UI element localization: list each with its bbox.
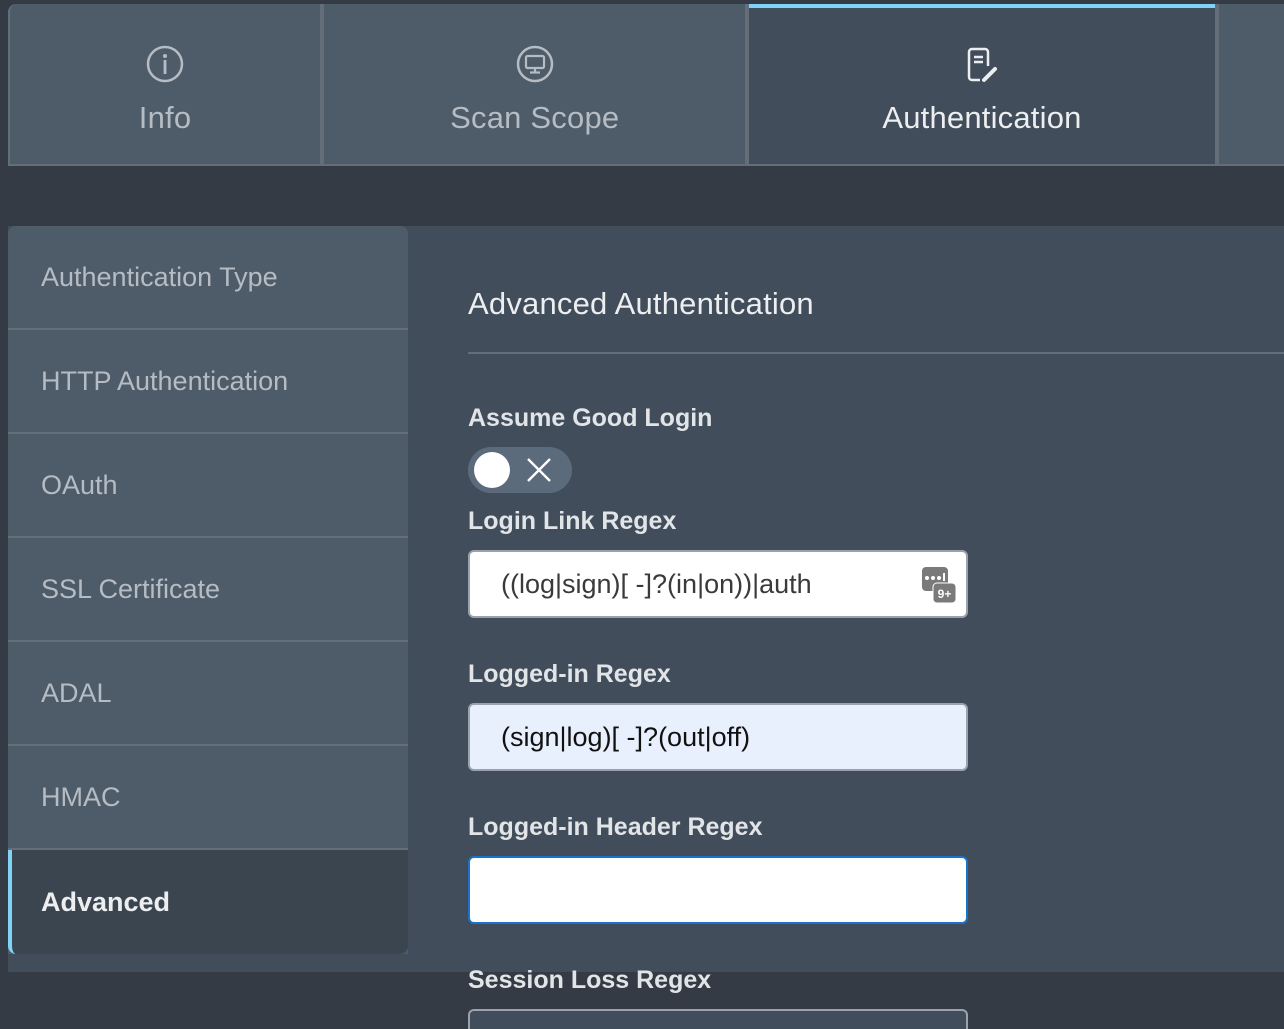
- session-loss-regex-label: Session Loss Regex: [468, 966, 1284, 995]
- advanced-authentication-form: Advanced Authentication Assume Good Logi…: [468, 226, 1284, 1029]
- assume-good-login-label: Assume Good Login: [468, 404, 1284, 433]
- logged-in-header-regex-label: Logged-in Header Regex: [468, 813, 1284, 842]
- top-tab-bar: Info Scan Scope Authentication: [8, 4, 1284, 166]
- login-link-regex-value: ((log|sign)[ -]?(in|on))|auth: [501, 569, 812, 600]
- tab-label: Scan Scope: [450, 100, 619, 136]
- tab-info[interactable]: Info: [8, 4, 324, 166]
- logged-in-regex-label: Logged-in Regex: [468, 660, 1284, 689]
- tab-authentication[interactable]: Authentication: [749, 4, 1218, 166]
- monitor-icon: [515, 44, 555, 84]
- session-loss-regex-input[interactable]: [468, 1009, 968, 1029]
- section-divider: [468, 352, 1284, 354]
- tab-label: Authentication: [882, 100, 1081, 136]
- badge-count: 9+: [938, 587, 952, 601]
- assume-good-login-toggle[interactable]: [468, 447, 572, 493]
- login-link-regex-label: Login Link Regex: [468, 507, 1284, 536]
- info-icon: [145, 44, 185, 84]
- document-edit-icon: [962, 44, 1002, 84]
- sidebar-item-oauth[interactable]: OAuth: [8, 434, 408, 538]
- tab-label: Info: [139, 100, 192, 136]
- logged-in-header-regex-input[interactable]: [468, 856, 968, 924]
- tab-next-partial[interactable]: [1219, 4, 1284, 166]
- toggle-knob: [474, 452, 510, 488]
- sidebar-item-http-authentication[interactable]: HTTP Authentication: [8, 330, 408, 434]
- login-link-regex-input[interactable]: ((log|sign)[ -]?(in|on))|auth 9+: [468, 550, 968, 618]
- sidebar: Authentication Type HTTP Authentication …: [8, 226, 408, 972]
- close-icon: [526, 457, 552, 483]
- sidebar-item-advanced[interactable]: Advanced: [8, 850, 408, 954]
- logged-in-regex-value: (sign|log)[ -]?(out|off): [501, 722, 750, 753]
- sidebar-item-authentication-type[interactable]: Authentication Type: [8, 226, 408, 330]
- tab-scan-scope[interactable]: Scan Scope: [324, 4, 749, 166]
- logged-in-regex-input[interactable]: (sign|log)[ -]?(out|off): [468, 703, 968, 771]
- sidebar-item-ssl-certificate[interactable]: SSL Certificate: [8, 538, 408, 642]
- sidebar-item-hmac[interactable]: HMAC: [8, 746, 408, 850]
- sidebar-list: Authentication Type HTTP Authentication …: [8, 226, 408, 954]
- section-title: Advanced Authentication: [468, 286, 1284, 322]
- sidebar-item-adal[interactable]: ADAL: [8, 642, 408, 746]
- password-manager-icon[interactable]: 9+: [922, 567, 956, 603]
